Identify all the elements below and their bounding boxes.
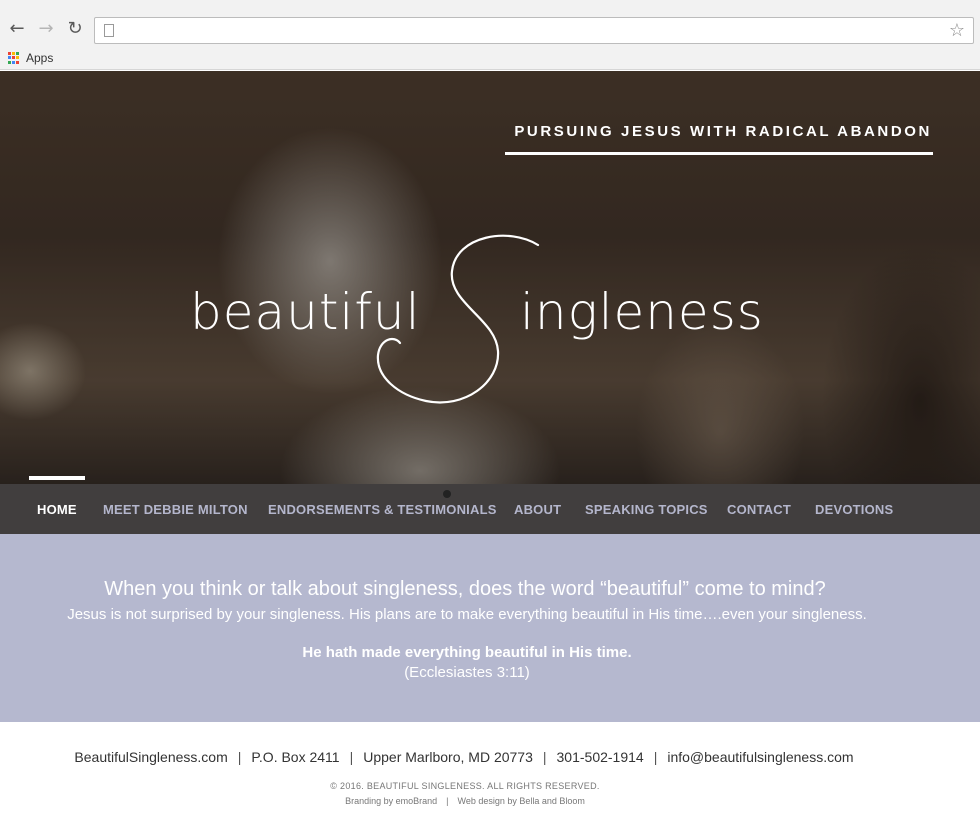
nav-devotions[interactable]: DEVOTIONS (815, 502, 893, 517)
hero-banner: PURSUING JESUS WITH RADICAL ABANDON beau… (0, 71, 980, 484)
nav-contact[interactable]: CONTACT (727, 502, 791, 517)
nav-endorsements-testimonials[interactable]: ENDORSEMENTS & TESTIMONIALS (268, 502, 497, 517)
separator: | (237, 749, 242, 765)
bookmarks-bar: Apps (8, 50, 53, 66)
logo-word-ingleness: ingleness (520, 283, 764, 341)
footer-city: Upper Marlboro, MD 20773 (363, 749, 533, 765)
nav-speaking-topics[interactable]: SPEAKING TOPICS (585, 502, 708, 517)
separator: | (349, 749, 354, 765)
slider-dot[interactable] (443, 490, 451, 498)
separator: | (653, 749, 658, 765)
arrow-right-icon[interactable]: → (35, 18, 57, 40)
footer-po-box: P.O. Box 2411 (251, 749, 340, 765)
bookmark-star-icon[interactable]: ☆ (949, 20, 965, 41)
nav-home[interactable]: HOME (37, 502, 77, 517)
scripture-reference: (Ecclesiastes 3:11) (404, 664, 530, 681)
nav-about[interactable]: ABOUT (514, 502, 561, 517)
tagline-underline (505, 152, 933, 155)
nav-active-indicator (29, 476, 85, 480)
footer-phone: 301-502-1914 (556, 749, 644, 765)
footer-contact-line: BeautifulSingleness.com | P.O. Box 2411 | Up… (0, 749, 928, 765)
intro-subtext: Jesus is not surprised by your singlenes… (67, 606, 867, 623)
separator: | (542, 749, 547, 765)
address-bar[interactable]: ☆ (94, 17, 974, 44)
footer-email-link[interactable]: info@beautifulsingleness.com (667, 749, 853, 765)
scripture-verse: He hath made everything beautiful in His… (302, 644, 632, 661)
bookmark-apps[interactable]: Apps (26, 51, 53, 65)
intro-question: When you think or talk about singleness,… (104, 578, 826, 600)
reload-icon[interactable]: ↻ (64, 18, 86, 40)
separator: | (446, 796, 449, 806)
nav-meet-debbie-milton[interactable]: MEET DEBBIE MILTON (103, 502, 248, 517)
footer-credits: Branding by emoBrand | Web design by Bella… (0, 796, 930, 806)
page-icon (104, 24, 114, 37)
branding-credit-link[interactable]: Branding by emoBrand (345, 796, 437, 806)
footer-copyright: © 2016. BEAUTIFUL SINGLENESS. ALL RIGHTS… (330, 781, 600, 791)
site-footer: BeautifulSingleness.com | P.O. Box 2411 | Up… (0, 722, 980, 834)
footer-site-link[interactable]: BeautifulSingleness.com (74, 749, 227, 765)
browser-chrome: ← → ↻ ☆ Apps (0, 0, 980, 70)
apps-grid-icon (8, 52, 20, 64)
hero-tagline: PURSUING JESUS WITH RADICAL ABANDON (514, 123, 932, 140)
intro-band: When you think or talk about singleness,… (0, 534, 980, 722)
webdesign-credit-link[interactable]: Web design by Bella and Bloom (457, 796, 584, 806)
arrow-left-icon[interactable]: ← (6, 18, 28, 40)
main-nav: HOME MEET DEBBIE MILTON ENDORSEMENTS & T… (0, 476, 980, 534)
